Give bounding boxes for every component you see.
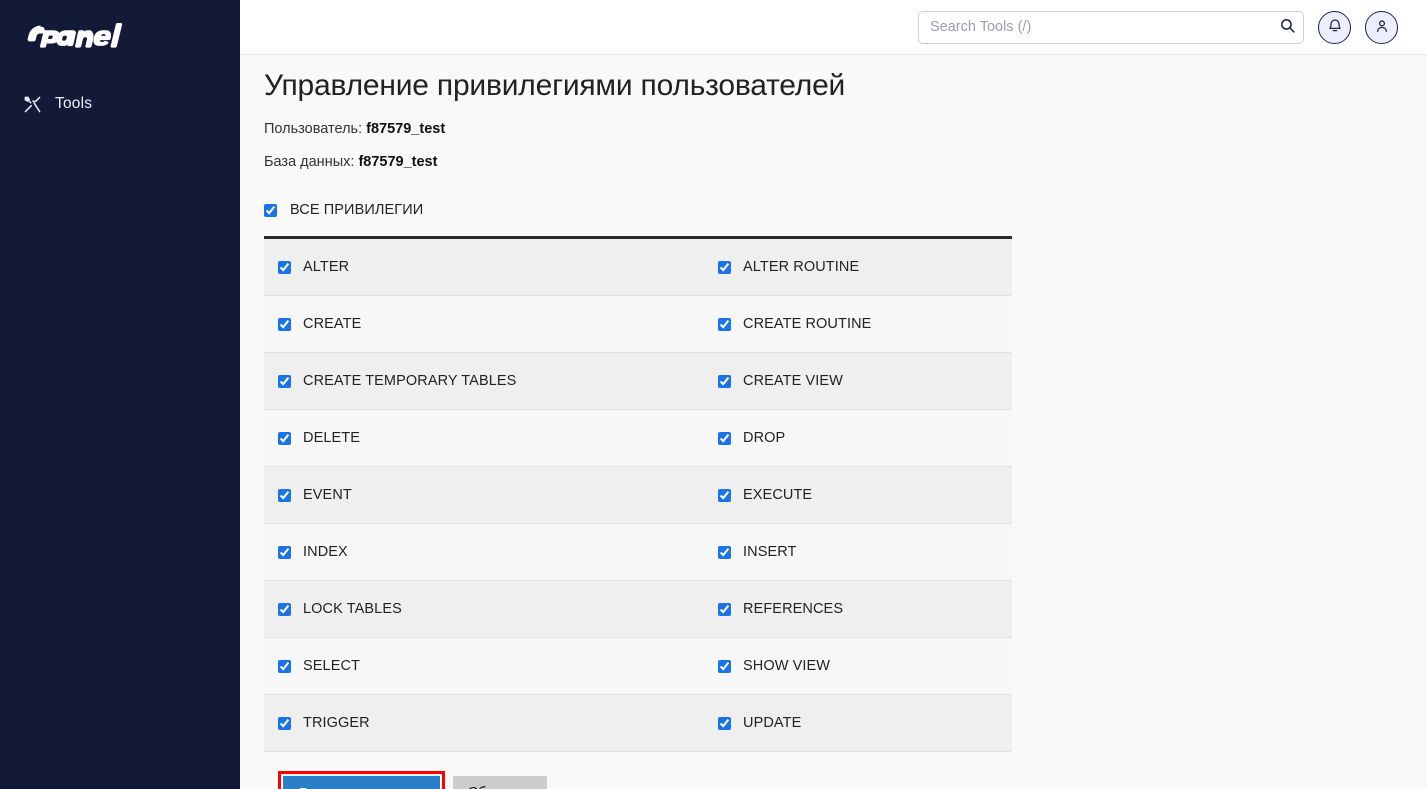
privilege-checkbox[interactable] (718, 488, 731, 502)
privilege-checkbox[interactable] (278, 716, 291, 730)
privilege-label: INDEX (303, 544, 348, 560)
notifications-button[interactable] (1318, 10, 1351, 44)
privilege-label: DROP (743, 430, 786, 446)
tools-icon (22, 94, 42, 114)
privilege-label: SHOW VIEW (743, 658, 831, 674)
page-content: Управление привилегиями пользователей По… (240, 55, 1427, 789)
privilege-checkbox[interactable] (278, 545, 291, 559)
privilege-cell: CREATE TEMPORARY TABLES (264, 373, 712, 389)
privilege-cell: REFERENCES (712, 601, 1012, 617)
database-meta-label: База данных: (264, 154, 355, 170)
privilege-cell: EVENT (264, 487, 712, 503)
search-container (918, 10, 1304, 44)
privilege-checkbox[interactable] (278, 659, 291, 673)
search-icon (1279, 17, 1296, 37)
all-privileges-row: ВСЕ ПРИВИЛЕГИИ (264, 202, 1427, 218)
privilege-checkbox[interactable] (278, 374, 291, 388)
database-meta: База данных: f87579_test (264, 154, 1427, 170)
privilege-cell: CREATE ROUTINE (712, 316, 1012, 332)
privilege-label: LOCK TABLES (303, 601, 402, 617)
privileges-table: ALTER ALTER ROUTINE CREATE CREATE ROUTINE CR… (264, 236, 1012, 752)
search-button[interactable] (1276, 16, 1298, 38)
privilege-checkbox[interactable] (718, 431, 731, 445)
privilege-cell: TRIGGER (264, 715, 712, 731)
top-header (240, 0, 1427, 55)
privilege-checkbox[interactable] (718, 317, 731, 331)
privilege-checkbox[interactable] (278, 317, 291, 331)
privilege-label: DELETE (303, 430, 361, 446)
table-row: LOCK TABLES REFERENCES (264, 581, 1012, 638)
reset-button[interactable]: Сбросить (452, 776, 548, 789)
main-area: Управление привилегиями пользователей По… (240, 0, 1427, 789)
privilege-cell: SELECT (264, 658, 712, 674)
search-input[interactable] (918, 10, 1304, 44)
privilege-label: UPDATE (743, 715, 802, 731)
privilege-label: CREATE (303, 316, 362, 332)
privilege-cell: DROP (712, 430, 1012, 446)
user-icon (1374, 18, 1390, 37)
submit-focus-outline: Внести изменения (278, 771, 445, 789)
table-row: CREATE TEMPORARY TABLES CREATE VIEW (264, 353, 1012, 410)
cpanel-logo[interactable] (0, 0, 240, 56)
table-row: TRIGGER UPDATE (264, 695, 1012, 752)
privilege-checkbox[interactable] (718, 716, 731, 730)
privilege-checkbox[interactable] (718, 260, 731, 274)
page-title: Управление привилегиями пользователей (264, 69, 846, 102)
sidebar-item-tools[interactable]: Tools (0, 86, 240, 122)
all-privileges-checkbox[interactable] (264, 203, 277, 217)
table-row: ALTER ALTER ROUTINE (264, 239, 1012, 296)
privilege-label: TRIGGER (303, 715, 370, 731)
sidebar: Tools (0, 0, 240, 789)
action-bar: Внести изменения Сбросить (264, 771, 1427, 789)
privilege-cell: INSERT (712, 544, 1012, 560)
submit-changes-button[interactable]: Внести изменения (283, 776, 440, 789)
user-meta: Пользователь: f87579_test (264, 121, 1427, 137)
privilege-label: INSERT (743, 544, 797, 560)
sidebar-item-label: Tools (55, 95, 93, 112)
privilege-checkbox[interactable] (718, 374, 731, 388)
privilege-label: CREATE ROUTINE (743, 316, 872, 332)
privilege-checkbox[interactable] (278, 602, 291, 616)
all-privileges-label: ВСЕ ПРИВИЛЕГИИ (290, 202, 424, 218)
privilege-label: ALTER ROUTINE (743, 259, 860, 275)
privilege-cell: ALTER (264, 259, 712, 275)
user-meta-value: f87579_test (366, 121, 446, 137)
table-row: SELECT SHOW VIEW (264, 638, 1012, 695)
sidebar-nav: Tools (0, 86, 240, 122)
database-meta-value: f87579_test (358, 154, 438, 170)
privilege-cell: UPDATE (712, 715, 1012, 731)
cpanel-app: Tools Search Tools (/) Управление привил… (0, 0, 1427, 789)
table-row: CREATE CREATE ROUTINE (264, 296, 1012, 353)
privilege-cell: CREATE VIEW (712, 373, 1012, 389)
table-row: EVENT EXECUTE (264, 467, 1012, 524)
privilege-cell: ALTER ROUTINE (712, 259, 1012, 275)
bell-icon (1327, 18, 1343, 37)
privilege-cell: CREATE (264, 316, 712, 332)
privilege-label: EXECUTE (743, 487, 813, 503)
privilege-label: CREATE VIEW (743, 373, 843, 389)
privilege-checkbox[interactable] (278, 260, 291, 274)
privilege-label: SELECT (303, 658, 361, 674)
table-row: DELETE DROP (264, 410, 1012, 467)
user-meta-label: Пользователь: (264, 121, 363, 137)
privilege-checkbox[interactable] (278, 431, 291, 445)
privilege-cell: EXECUTE (712, 487, 1012, 503)
privilege-cell: LOCK TABLES (264, 601, 712, 617)
privilege-label: REFERENCES (743, 601, 844, 617)
privilege-checkbox[interactable] (278, 488, 291, 502)
privilege-checkbox[interactable] (718, 602, 731, 616)
privilege-label: EVENT (303, 487, 352, 503)
privilege-checkbox[interactable] (718, 545, 731, 559)
privilege-cell: SHOW VIEW (712, 658, 1012, 674)
privilege-cell: INDEX (264, 544, 712, 560)
privilege-cell: DELETE (264, 430, 712, 446)
account-button[interactable] (1365, 10, 1398, 44)
privilege-checkbox[interactable] (718, 659, 731, 673)
privilege-label: ALTER (303, 259, 350, 275)
privilege-label: CREATE TEMPORARY TABLES (303, 373, 517, 389)
table-row: INDEX INSERT (264, 524, 1012, 581)
